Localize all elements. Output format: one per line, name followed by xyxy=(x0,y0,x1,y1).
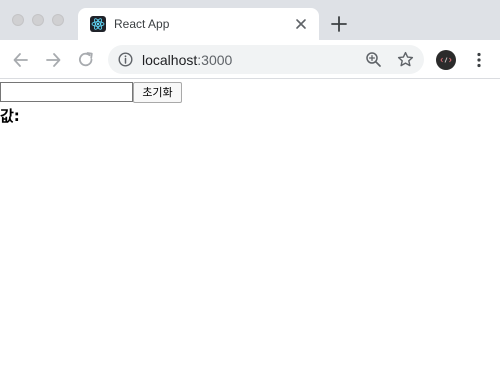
reload-icon[interactable] xyxy=(76,50,96,70)
plus-icon[interactable] xyxy=(330,15,348,33)
extension-avatar-icon[interactable] xyxy=(436,50,456,70)
browser-tab[interactable]: React App xyxy=(78,8,319,40)
react-logo-icon xyxy=(90,16,106,32)
reset-button[interactable]: 초기화 xyxy=(133,82,182,103)
page-content: 초기화 값: xyxy=(0,80,500,375)
close-icon[interactable] xyxy=(293,16,309,32)
value-label: 값: xyxy=(0,107,20,125)
url-port: :3000 xyxy=(197,52,233,68)
close-window-button[interactable] xyxy=(12,14,24,26)
arrow-left-icon[interactable] xyxy=(11,50,31,70)
maximize-window-button[interactable] xyxy=(52,14,64,26)
arrow-right-icon[interactable] xyxy=(43,50,63,70)
info-icon[interactable] xyxy=(118,52,133,67)
browser-toolbar: localhost:3000 xyxy=(0,40,500,79)
browser-window: React App localhost:3000 초기화 값: xyxy=(0,0,500,375)
zoom-in-icon[interactable] xyxy=(365,51,382,68)
address-url: localhost:3000 xyxy=(142,52,232,68)
address-bar[interactable]: localhost:3000 xyxy=(108,45,424,74)
star-icon[interactable] xyxy=(397,51,414,68)
tab-strip: React App xyxy=(0,0,500,40)
url-host: localhost xyxy=(142,52,198,68)
more-vertical-icon[interactable] xyxy=(471,51,487,69)
minimize-window-button[interactable] xyxy=(32,14,44,26)
tab-title: React App xyxy=(114,17,170,31)
text-input[interactable] xyxy=(0,82,133,102)
